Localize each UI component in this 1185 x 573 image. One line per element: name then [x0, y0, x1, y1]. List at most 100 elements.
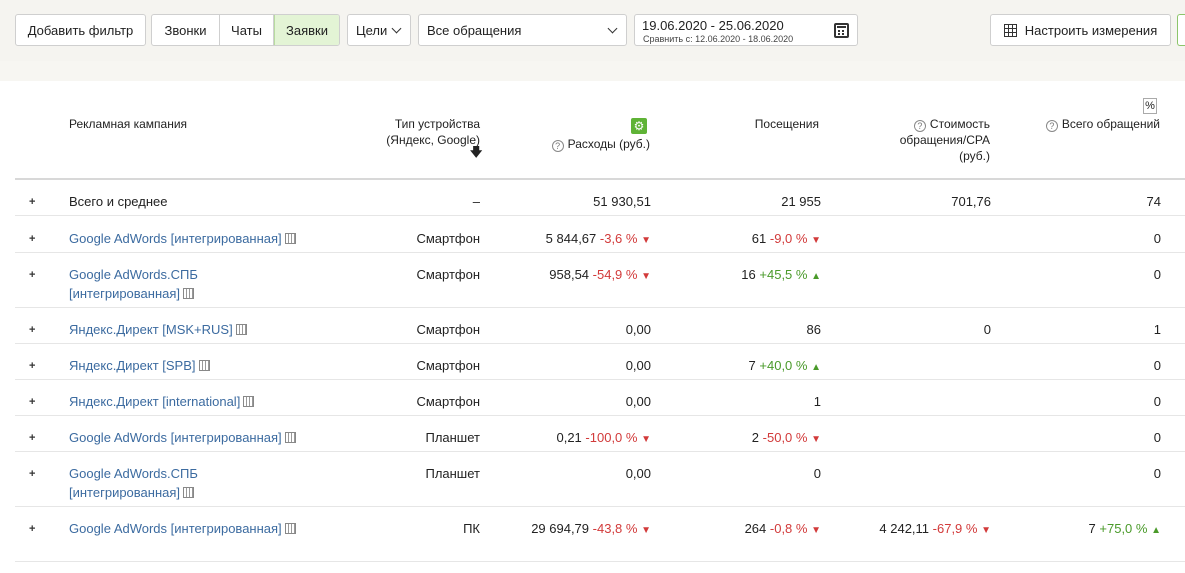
visits-cell: 264 -0,8 % ▼ — [660, 519, 821, 540]
expand-icon[interactable]: + — [29, 361, 37, 372]
trend-down-icon: ▼ — [641, 271, 651, 282]
campaign-link[interactable]: Google AdWords.СПБ [интегрированная] — [69, 464, 209, 502]
total-cell: 0 — [1000, 464, 1161, 483]
trend-up-icon: ▲ — [811, 271, 821, 282]
calculator-icon[interactable] — [284, 523, 296, 534]
tab-requests[interactable]: Заявки — [274, 15, 339, 45]
gear-icon[interactable]: ⚙ — [631, 118, 647, 134]
goals-dropdown[interactable]: Цели — [347, 14, 411, 46]
header-campaign[interactable]: Рекламная кампания — [69, 116, 187, 132]
expenses-cell: 0,00 — [480, 464, 651, 483]
header-expenses[interactable]: ? Расходы (руб.) — [520, 136, 650, 152]
campaign-link[interactable]: Google AdWords [интегрированная] — [69, 229, 319, 248]
header-device[interactable]: Тип устройства (Яндекс, Google) — [370, 116, 480, 148]
calculator-icon[interactable] — [183, 288, 195, 299]
add-filter-button[interactable]: Добавить фильтр — [15, 14, 146, 46]
calculator-icon[interactable] — [235, 324, 247, 335]
expenses-cell: 29 694,79 -43,8 % ▼ — [480, 519, 651, 540]
delta-value: -54,9 % — [592, 267, 638, 282]
sort-down-icon[interactable]: 🡇 — [470, 146, 482, 158]
row-divider — [15, 506, 1185, 507]
campaign-link[interactable]: Google AdWords.СПБ [интегрированная] — [69, 265, 209, 303]
expenses-cell: 5 844,67 -3,6 % ▼ — [480, 229, 651, 250]
date-range-picker[interactable]: 19.06.2020 - 25.06.2020 Сравнить с: 12.0… — [634, 14, 858, 46]
total-value: 0 — [1153, 394, 1161, 409]
header-visits[interactable]: Посещения — [700, 116, 819, 132]
expenses-cell: 0,00 — [480, 392, 651, 411]
row-divider — [15, 379, 1185, 380]
expand-icon[interactable]: + — [29, 397, 37, 408]
requests-select[interactable]: Все обращения — [418, 14, 627, 46]
visits-value: 16 — [741, 267, 756, 282]
expand-icon[interactable]: + — [29, 270, 37, 281]
chevron-down-icon — [607, 23, 618, 33]
total-value: 7 — [1088, 521, 1096, 536]
chevron-down-icon — [391, 23, 402, 33]
calculator-icon[interactable] — [284, 233, 296, 244]
campaign-name: Яндекс.Директ [international] — [69, 394, 241, 409]
campaign-link[interactable]: Google AdWords [интегрированная] — [69, 428, 319, 447]
expand-icon[interactable]: + — [29, 433, 37, 444]
visits-value: 264 — [744, 521, 767, 536]
expenses-value: 958,54 — [549, 267, 590, 282]
device-type: ПК — [463, 521, 480, 536]
tab-calls[interactable]: Звонки — [152, 15, 220, 45]
total-value: 0 — [1153, 466, 1161, 481]
header-total[interactable]: ? Всего обращений — [1020, 116, 1160, 132]
trend-down-icon: ▼ — [811, 434, 821, 445]
delta-value: +45,5 % — [759, 267, 808, 282]
calculator-icon[interactable] — [284, 432, 296, 443]
total-value: 0 — [1153, 231, 1161, 246]
visits-cell: 86 — [660, 320, 821, 339]
visits-value: 7 — [748, 358, 756, 373]
campaign-link[interactable]: Яндекс.Директ [MSK+RUS] — [69, 320, 319, 339]
device-type: Планшет — [425, 430, 480, 445]
percent-toggle[interactable]: % — [1143, 98, 1157, 114]
campaign-link[interactable]: Яндекс.Директ [SPB] — [69, 356, 319, 375]
calculator-icon[interactable] — [243, 396, 255, 407]
expand-icon[interactable]: + — [29, 469, 37, 480]
configure-dimensions-button[interactable]: Настроить измерения — [990, 14, 1171, 46]
help-icon[interactable]: ? — [551, 140, 564, 152]
expand-icon[interactable]: + — [29, 197, 37, 208]
total-value: 74 — [1146, 194, 1161, 209]
trend-down-icon: ▼ — [811, 235, 821, 246]
campaign-name: Яндекс.Директ [SPB] — [69, 358, 196, 373]
cost-cell: 0 — [820, 320, 991, 339]
visits-value: 0 — [813, 466, 821, 481]
visits-cell: 16 +45,5 % ▲ — [660, 265, 821, 286]
visits-cell: 0 — [660, 464, 821, 483]
delta-value: -0,8 % — [769, 521, 808, 536]
expand-icon[interactable]: + — [29, 524, 37, 535]
calculator-icon[interactable] — [198, 360, 210, 371]
expand-icon[interactable]: + — [29, 325, 37, 336]
calculator-icon[interactable] — [183, 487, 195, 498]
total-value: 0 — [1153, 430, 1161, 445]
campaign-name: Google AdWords [интегрированная] — [69, 231, 282, 246]
visits-value: 1 — [813, 394, 821, 409]
help-icon[interactable]: ? — [913, 120, 926, 132]
total-value: 1 — [1153, 322, 1161, 337]
row-divider — [15, 343, 1185, 344]
row-divider — [15, 215, 1185, 216]
campaign-link[interactable]: Яндекс.Директ [international] — [69, 392, 319, 411]
device-type: Планшет — [425, 466, 480, 481]
header-total-label: Всего обращений — [1061, 117, 1160, 131]
header-cost[interactable]: ? Стоимость обращения/CPA (руб.) — [880, 116, 990, 164]
expenses-cell: 0,00 — [480, 356, 651, 375]
expenses-cell: 0,21 -100,0 % ▼ — [480, 428, 651, 449]
expand-icon[interactable]: + — [29, 234, 37, 245]
date-range: 19.06.2020 - 25.06.2020 — [642, 18, 784, 33]
help-icon[interactable]: ? — [1045, 120, 1058, 132]
visits-cell: 21 955 — [660, 192, 821, 211]
action-button-partial[interactable] — [1177, 14, 1185, 46]
delta-value: -43,8 % — [592, 521, 638, 536]
device-type: Смартфон — [416, 322, 480, 337]
visits-cell: 7 +40,0 % ▲ — [660, 356, 821, 377]
tab-chats[interactable]: Чаты — [220, 15, 274, 45]
campaign-link[interactable]: Google AdWords [интегрированная] — [69, 519, 319, 538]
header-divider — [15, 178, 1185, 180]
calendar-icon[interactable] — [834, 23, 849, 38]
compare-range: Сравнить с: 12.06.2020 - 18.06.2020 — [643, 34, 794, 44]
grid-icon — [1003, 23, 1017, 37]
